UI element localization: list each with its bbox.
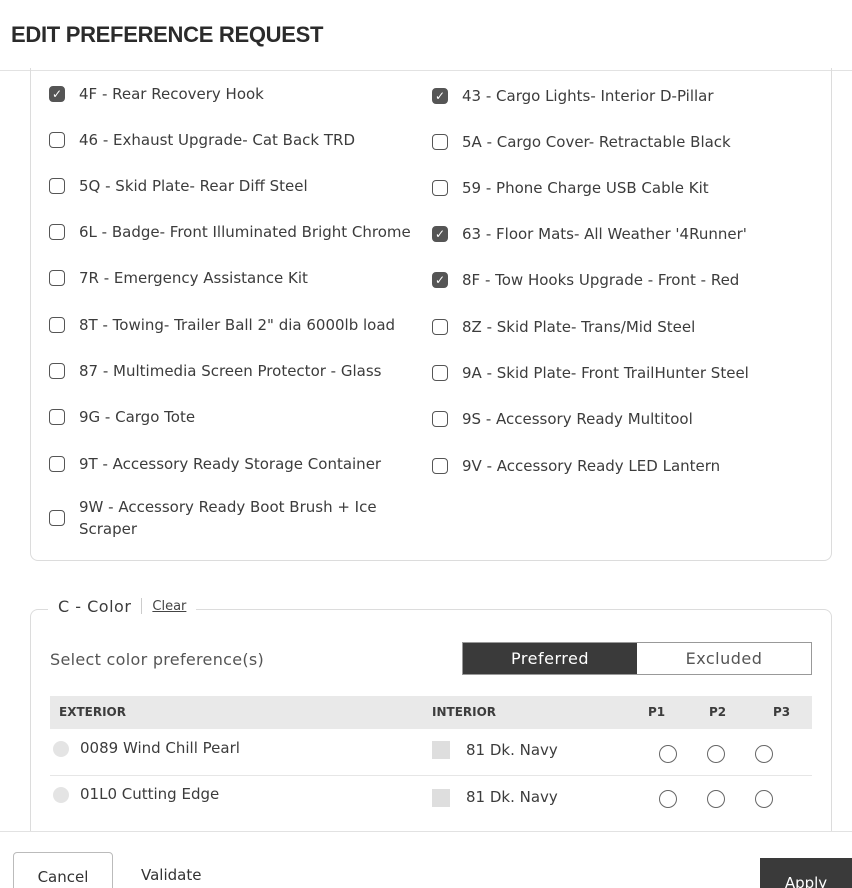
cancel-button[interactable]: Cancel xyxy=(13,852,113,888)
option-9t[interactable]: 9T - Accessory Ready Storage Container xyxy=(49,453,381,475)
clear-link[interactable]: Clear xyxy=(152,599,186,614)
excluded-toggle-button[interactable]: Excluded xyxy=(637,643,811,674)
checkbox-icon[interactable] xyxy=(49,132,65,148)
checkbox-icon[interactable] xyxy=(432,458,448,474)
p3-radio[interactable] xyxy=(755,745,773,763)
option-9v[interactable]: 9V - Accessory Ready LED Lantern xyxy=(432,455,720,477)
col-interior: INTERIOR xyxy=(432,705,497,719)
option-4f[interactable]: ✓ 4F - Rear Recovery Hook xyxy=(49,83,264,105)
checkbox-icon[interactable] xyxy=(432,365,448,381)
col-p2: P2 xyxy=(709,705,727,719)
checkbox-checked-icon[interactable]: ✓ xyxy=(49,86,65,102)
option-8z[interactable]: 8Z - Skid Plate- Trans/Mid Steel xyxy=(432,316,695,338)
exterior-color-swatch xyxy=(53,741,69,757)
option-9w[interactable]: 9W - Accessory Ready Boot Brush + Ice Sc… xyxy=(49,496,389,540)
color-section-title: C - Color xyxy=(58,596,132,616)
checkbox-checked-icon[interactable]: ✓ xyxy=(432,88,448,104)
interior-name: 81 Dk. Navy xyxy=(466,788,558,806)
p1-radio[interactable] xyxy=(659,745,677,763)
exterior-name: 01L0 Cutting Edge xyxy=(80,785,220,803)
option-5a[interactable]: 5A - Cargo Cover- Retractable Black xyxy=(432,131,731,153)
option-6l[interactable]: 6L - Badge- Front Illuminated Bright Chr… xyxy=(49,221,411,243)
col-exterior: EXTERIOR xyxy=(59,705,126,719)
color-section-header: C - Color Clear xyxy=(48,594,197,618)
checkbox-icon[interactable] xyxy=(49,456,65,472)
checkbox-icon[interactable] xyxy=(432,411,448,427)
checkbox-icon[interactable] xyxy=(432,180,448,196)
checkbox-checked-icon[interactable]: ✓ xyxy=(432,226,448,242)
option-59[interactable]: 59 - Phone Charge USB Cable Kit xyxy=(432,177,709,199)
checkbox-icon[interactable] xyxy=(432,134,448,150)
validate-button[interactable]: Validate xyxy=(141,866,201,884)
checkbox-icon[interactable] xyxy=(49,317,65,333)
col-p3: P3 xyxy=(773,705,791,719)
option-8f[interactable]: ✓ 8F - Tow Hooks Upgrade - Front - Red xyxy=(432,269,739,291)
divider xyxy=(141,598,143,614)
p3-radio[interactable] xyxy=(755,790,773,808)
dialog-title: EDIT PREFERENCE REQUEST xyxy=(11,22,324,47)
option-43[interactable]: ✓ 43 - Cargo Lights- Interior D-Pillar xyxy=(432,85,714,107)
option-46[interactable]: 46 - Exhaust Upgrade- Cat Back TRD xyxy=(49,129,355,151)
checkbox-icon[interactable] xyxy=(432,319,448,335)
checkbox-icon[interactable] xyxy=(49,510,65,526)
preference-toggle: Preferred Excluded xyxy=(462,642,812,675)
color-table-header: EXTERIOR INTERIOR P1 P2 P3 xyxy=(50,696,812,729)
dialog-header: EDIT PREFERENCE REQUEST xyxy=(0,0,852,71)
checkbox-icon[interactable] xyxy=(49,409,65,425)
select-color-label: Select color preference(s) xyxy=(50,650,265,669)
checkbox-icon[interactable] xyxy=(49,270,65,286)
table-row: 01L0 Cutting Edge 81 Dk. Navy xyxy=(50,775,812,821)
col-p1: P1 xyxy=(648,705,666,719)
checkbox-icon[interactable] xyxy=(49,224,65,240)
option-8t[interactable]: 8T - Towing- Trailer Ball 2" dia 6000lb … xyxy=(49,314,395,336)
exterior-name: 0089 Wind Chill Pearl xyxy=(80,739,240,757)
option-9a[interactable]: 9A - Skid Plate- Front TrailHunter Steel xyxy=(432,362,749,384)
interior-color-swatch xyxy=(432,741,450,759)
interior-name: 81 Dk. Navy xyxy=(466,741,558,759)
table-row: 0089 Wind Chill Pearl 81 Dk. Navy xyxy=(50,729,812,776)
exterior-color-swatch xyxy=(53,787,69,803)
checkbox-icon[interactable] xyxy=(49,363,65,379)
option-87[interactable]: 87 - Multimedia Screen Protector - Glass xyxy=(49,360,381,382)
p2-radio[interactable] xyxy=(707,790,725,808)
apply-button[interactable]: Apply xyxy=(760,858,852,888)
option-5q[interactable]: 5Q - Skid Plate- Rear Diff Steel xyxy=(49,175,308,197)
option-9s[interactable]: 9S - Accessory Ready Multitool xyxy=(432,408,693,430)
dialog-footer: Cancel Validate Apply xyxy=(0,831,852,888)
options-panel: ✓ 4F - Rear Recovery Hook ✓ 43 - Cargo L… xyxy=(30,68,832,561)
option-9g[interactable]: 9G - Cargo Tote xyxy=(49,406,195,428)
checkbox-checked-icon[interactable]: ✓ xyxy=(432,272,448,288)
interior-color-swatch xyxy=(432,789,450,807)
p2-radio[interactable] xyxy=(707,745,725,763)
checkbox-icon[interactable] xyxy=(49,178,65,194)
option-7r[interactable]: 7R - Emergency Assistance Kit xyxy=(49,267,308,289)
p1-radio[interactable] xyxy=(659,790,677,808)
option-63[interactable]: ✓ 63 - Floor Mats- All Weather '4Runner' xyxy=(432,223,747,245)
preferred-toggle-button[interactable]: Preferred xyxy=(463,643,637,674)
